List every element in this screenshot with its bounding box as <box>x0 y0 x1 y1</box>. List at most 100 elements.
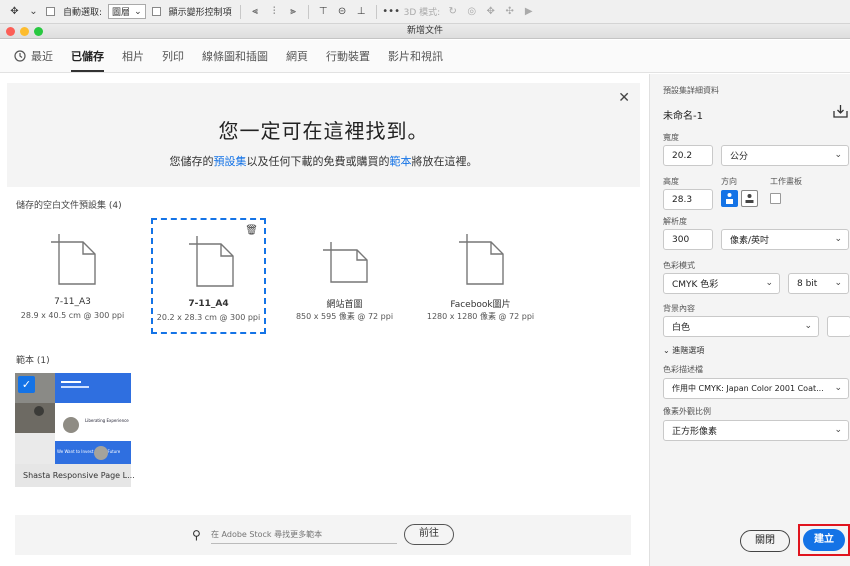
document-icon <box>459 234 504 285</box>
width-unit-value: 公分 <box>730 152 749 162</box>
document-name[interactable]: 未命名-1 <box>663 107 703 122</box>
stock-search-input[interactable] <box>211 525 397 544</box>
create-button[interactable]: 建立 <box>803 529 845 551</box>
document-icon <box>189 236 234 287</box>
auto-select-dropdown[interactable]: 圖層 ⌄ <box>108 4 146 19</box>
templates-link[interactable]: 範本 <box>390 155 412 168</box>
pixel-aspect-label: 像素外觀比例 <box>663 407 711 416</box>
align-left-icon[interactable]: ⫷ <box>249 5 262 18</box>
align-bottom-icon[interactable]: ⊥ <box>355 5 368 18</box>
details-header: 預設集詳細資料 <box>663 86 719 95</box>
section-count: (1) <box>36 356 50 366</box>
save-preset-icon[interactable] <box>833 104 848 118</box>
drag-3d-icon[interactable]: ✥ <box>484 5 497 18</box>
chevron-down-icon: ⌄ <box>765 278 773 288</box>
tab-saved[interactable]: 已儲存 <box>71 40 104 72</box>
more-options-icon[interactable]: ••• <box>382 5 400 18</box>
tab-art-illustration[interactable]: 線條圖和插圖 <box>202 40 268 72</box>
tab-photo[interactable]: 相片 <box>122 40 144 72</box>
auto-select-checkbox[interactable] <box>46 7 55 16</box>
preset-dims: 28.9 x 40.5 cm @ 300 ppi <box>20 311 125 320</box>
slide-3d-icon[interactable]: ✣ <box>503 5 516 18</box>
main-panel: ✕ 您一定可在這裡找到。 您儲存的預設集以及任何下載的免費或購買的範本將放在這裡… <box>0 74 648 566</box>
move-tool-icon[interactable]: ✥ <box>8 5 21 18</box>
resolution-input[interactable]: 300 <box>663 229 713 250</box>
width-unit-dropdown[interactable]: 公分 ⌄ <box>721 145 849 166</box>
color-mode-label: 色彩模式 <box>663 261 695 270</box>
color-mode-dropdown[interactable]: CMYK 色彩 ⌄ <box>663 273 780 294</box>
portrait-icon <box>726 193 733 204</box>
window-title-bar: 新增文件 <box>0 24 850 39</box>
preset-card[interactable]: Facebook圖片 1280 x 1280 像素 @ 72 ppi <box>423 218 538 334</box>
background-label: 背景內容 <box>663 304 695 313</box>
minimize-window-icon[interactable] <box>20 27 29 36</box>
template-card[interactable]: Liberating Experience We Want to Invest … <box>15 373 135 487</box>
align-middle-icon[interactable]: ⊝ <box>336 5 349 18</box>
preset-card-selected[interactable]: 🗑 7-11_A4 20.2 x 28.3 cm @ 300 ppi <box>151 218 266 334</box>
resolution-unit-value: 像素/英吋 <box>730 236 770 246</box>
auto-select-value: 圖層 <box>112 8 131 18</box>
preset-dims: 20.2 x 28.3 cm @ 300 ppi <box>156 313 261 322</box>
rotate-3d-icon[interactable]: ↻ <box>446 5 459 18</box>
close-window-icon[interactable] <box>6 27 15 36</box>
portrait-orientation-button[interactable] <box>721 190 738 207</box>
background-value: 白色 <box>672 323 691 333</box>
create-button-highlight: 建立 <box>798 524 850 556</box>
tab-label: 線條圖和插圖 <box>202 50 268 63</box>
presets-link[interactable]: 預設集 <box>214 155 247 168</box>
height-input[interactable]: 28.3 <box>663 189 713 210</box>
transform-controls-checkbox[interactable] <box>151 7 161 16</box>
close-button[interactable]: 關閉 <box>740 530 790 552</box>
tab-label: 行動裝置 <box>326 50 370 63</box>
resolution-unit-dropdown[interactable]: 像素/英吋 ⌄ <box>721 229 849 250</box>
tab-mobile[interactable]: 行動裝置 <box>326 40 370 72</box>
go-button[interactable]: 前往 <box>404 524 454 545</box>
artboard-checkbox[interactable] <box>770 193 781 204</box>
section-title-text: 範本 <box>16 356 35 366</box>
template-thumbnail: Liberating Experience We Want to Invest … <box>15 373 131 464</box>
trash-icon[interactable]: 🗑 <box>245 225 258 236</box>
height-label: 高度 <box>663 177 679 186</box>
chevron-down-icon[interactable]: ⌄ <box>27 5 40 18</box>
preset-card[interactable]: 7-11_A3 28.9 x 40.5 cm @ 300 ppi <box>15 218 130 334</box>
maximize-window-icon[interactable] <box>34 27 43 36</box>
chevron-down-icon: ⌄ <box>134 6 142 17</box>
bit-depth-dropdown[interactable]: 8 bit ⌄ <box>788 273 849 294</box>
tab-recent[interactable]: 最近 <box>14 40 53 72</box>
preset-card[interactable]: 網站首圖 850 x 595 像素 @ 72 ppi <box>287 218 402 334</box>
background-dropdown[interactable]: 白色 ⌄ <box>663 316 819 337</box>
close-banner-icon[interactable]: ✕ <box>618 90 630 106</box>
chevron-down-icon: ⌄ <box>834 425 842 435</box>
color-profile-dropdown[interactable]: 作用中 CMYK: Japan Color 2001 Coat... ⌄ <box>663 378 849 399</box>
preset-name: 7-11_A4 <box>188 299 229 309</box>
resolution-label: 解析度 <box>663 217 687 226</box>
align-center-icon[interactable]: ⫶ <box>268 5 281 18</box>
divider <box>239 4 241 19</box>
banner-text-part: 將放在這裡。 <box>411 155 478 168</box>
stock-search-bar: ⚲ 前往 <box>15 515 631 555</box>
resolution-value: 300 <box>672 234 690 245</box>
window-controls <box>6 27 43 36</box>
advanced-options-toggle[interactable]: ⌄ 進階選項 <box>663 345 704 356</box>
roll-3d-icon[interactable]: ◎ <box>465 5 478 18</box>
color-profile-value: 作用中 CMYK: Japan Color 2001 Coat... <box>672 384 824 393</box>
camera-3d-icon[interactable]: ▶ <box>522 5 535 18</box>
chevron-down-icon: ⌄ <box>834 278 842 288</box>
pixel-aspect-dropdown[interactable]: 正方形像素 ⌄ <box>663 420 849 441</box>
chevron-down-icon: ⌄ <box>804 321 812 331</box>
align-top-icon[interactable]: ⊤ <box>317 5 330 18</box>
width-input[interactable]: 20.2 <box>663 145 713 166</box>
divider <box>307 4 309 19</box>
banner-text: 您儲存的預設集以及任何下載的免費或購買的範本將放在這裡。 <box>7 153 640 169</box>
background-color-swatch[interactable] <box>827 316 850 337</box>
tab-print[interactable]: 列印 <box>162 40 184 72</box>
tab-web[interactable]: 網頁 <box>286 40 308 72</box>
landscape-orientation-button[interactable] <box>741 190 758 207</box>
tab-film-video[interactable]: 影片和視訊 <box>388 40 443 72</box>
banner-text-part: 您儲存的 <box>169 155 214 168</box>
templates-title: 範本 (1) <box>16 353 50 366</box>
banner-text-part: 以及任何下載的免費或購買的 <box>246 155 390 168</box>
align-right-icon[interactable]: ⫸ <box>287 5 300 18</box>
preset-name: 7-11_A3 <box>54 297 91 307</box>
orientation-label: 方向 <box>721 177 737 186</box>
